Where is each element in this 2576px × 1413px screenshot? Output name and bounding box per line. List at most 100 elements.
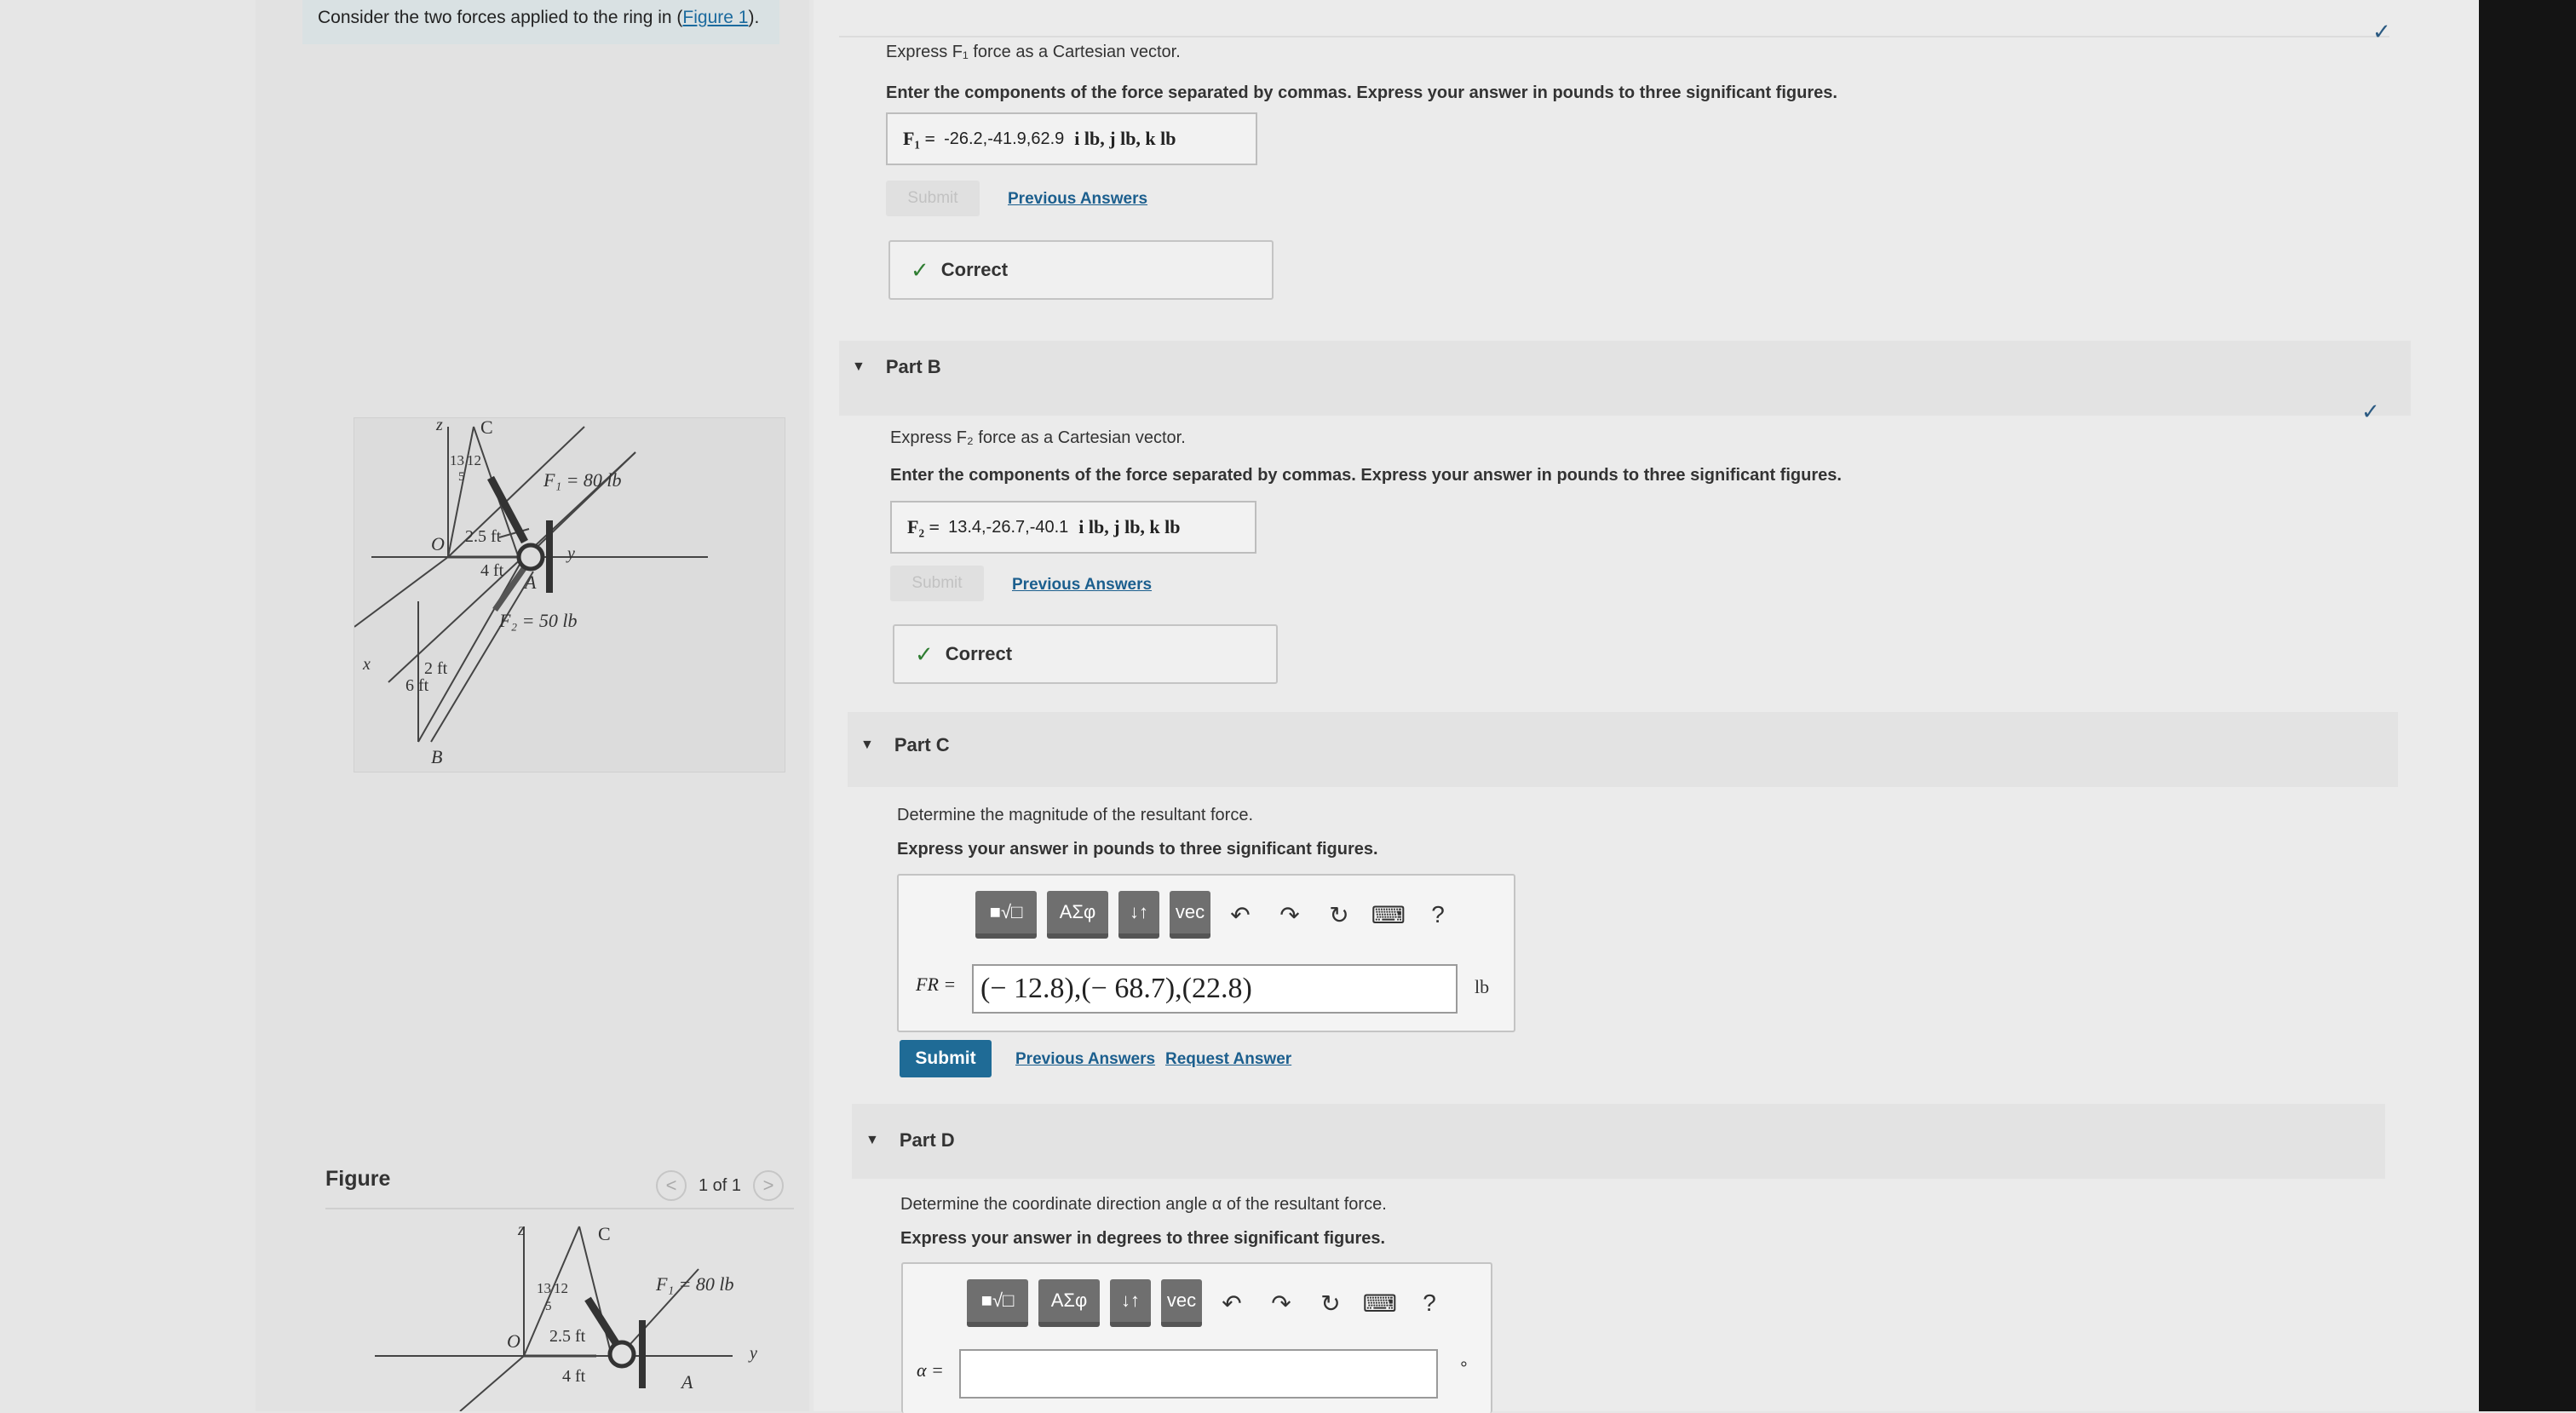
part-a-previous-answers-link[interactable]: Previous Answers [1008, 190, 1147, 209]
part-b-header[interactable]: ▼ Part B [852, 356, 941, 378]
axis-y-label-2: y [748, 1344, 757, 1363]
part-c-request-answer-link[interactable]: Request Answer [1165, 1050, 1291, 1069]
axis-x-label: x [362, 655, 371, 674]
force-f1-label-2: F₁ = 80 lb [655, 1273, 734, 1295]
reset-icon[interactable]: ↻ [1311, 1284, 1350, 1323]
arrows-button[interactable]: ↓↑ [1110, 1279, 1151, 1327]
dim-4ft: 4 ft [480, 561, 504, 580]
checkmark-icon: ✓ [911, 256, 929, 283]
part-d-answer-editor: ■√□ AΣφ ↓↑ vec ↶ ↷ ↻ ⌨ ? α = ° [901, 1262, 1492, 1413]
ratio-12-2: 12 [554, 1280, 568, 1296]
checkmark-icon: ✓ [915, 640, 934, 667]
part-d-math-toolbar: ■√□ AΣφ ↓↑ vec ↶ ↷ ↻ ⌨ ? [967, 1279, 1449, 1327]
ratio-5: 5 [458, 470, 465, 484]
part-d-answer-input[interactable] [959, 1349, 1438, 1399]
axis-z-label-2: z [517, 1221, 525, 1239]
figure-image-panel: z C 13 12 5 F₁ = 80 lb O 2.5 ft y 4 ft A [375, 1218, 792, 1411]
ratio-13: 13 [450, 452, 464, 468]
point-b-label: B [431, 746, 442, 767]
dim-4ft-2: 4 ft [562, 1367, 586, 1386]
vector-button[interactable]: vec [1170, 891, 1210, 939]
figure-panel-title: Figure [325, 1167, 391, 1191]
part-c-submit-button[interactable]: Submit [900, 1040, 992, 1077]
axis-y-label: y [566, 544, 575, 563]
dim-2-5ft: 2.5 ft [465, 527, 502, 546]
part-b-value: 13.4,-26.7,-40.1 [948, 517, 1069, 537]
part-b-correct-banner: ✓ Correct [893, 624, 1278, 684]
part-d-instruction: Determine the coordinate direction angle… [900, 1195, 1387, 1214]
redo-icon[interactable]: ↷ [1270, 895, 1309, 934]
prev-figure-button[interactable]: < [656, 1170, 687, 1201]
part-a-answer-box: F₁ = -26.2,-41.9,62.9 i lb, j lb, k lb [886, 112, 1257, 165]
collapse-triangle-icon: ▼ [852, 359, 865, 374]
part-c-instruction: Determine the magnitude of the resultant… [897, 806, 1254, 824]
axis-z-label: z [435, 418, 443, 434]
section-divider [839, 36, 2389, 37]
part-a-instruction: Express F₁ force as a Cartesian vector. [886, 43, 1181, 61]
templates-button[interactable]: ■√□ [975, 891, 1037, 939]
redo-icon[interactable]: ↷ [1262, 1284, 1301, 1323]
part-d-directions: Express your answer in degrees to three … [900, 1229, 1386, 1248]
part-c-header-bar[interactable] [848, 712, 2398, 787]
help-icon[interactable]: ? [1410, 1284, 1449, 1323]
problem-prompt: Consider the two forces applied to the r… [302, 0, 779, 44]
templates-button[interactable]: ■√□ [967, 1279, 1028, 1327]
part-d-label: α = [917, 1359, 944, 1381]
greek-symbols-button[interactable]: AΣφ [1038, 1279, 1100, 1327]
help-icon[interactable]: ? [1418, 895, 1458, 934]
part-b-header-bar[interactable] [839, 341, 2411, 416]
part-c-directions: Express your answer in pounds to three s… [897, 840, 1378, 859]
greek-symbols-button[interactable]: AΣφ [1047, 891, 1108, 939]
part-b-previous-answers-link[interactable]: Previous Answers [1012, 576, 1152, 594]
dim-2ft: 2 ft [424, 659, 448, 678]
part-a-submit-button[interactable]: Submit [886, 181, 980, 216]
part-b-units: i lb, j lb, k lb [1078, 516, 1181, 537]
vector-button[interactable]: vec [1161, 1279, 1202, 1327]
part-c-math-toolbar: ■√□ AΣφ ↓↑ vec ↶ ↷ ↻ ⌨ ? [975, 891, 1458, 939]
part-a-units: i lb, j lb, k lb [1074, 128, 1176, 149]
pager-count: 1 of 1 [699, 1175, 742, 1195]
undo-icon[interactable]: ↶ [1212, 1284, 1251, 1323]
figure-link[interactable]: Figure 1 [682, 8, 748, 27]
part-c-unit: lb [1475, 976, 1490, 997]
part-b-label: F₂ = [907, 516, 940, 537]
ratio-12: 12 [467, 452, 481, 468]
part-d-unit: ° [1460, 1358, 1468, 1379]
force-diagram: z C 13 12 5 F₁ = 80 lb O 2.5 ft y 4 ft A… [354, 418, 708, 767]
arrows-button[interactable]: ↓↑ [1118, 891, 1159, 939]
screen-bezel [2479, 0, 2576, 1411]
origin-label: O [431, 533, 445, 554]
part-b-submit-button[interactable]: Submit [890, 566, 984, 601]
part-b-complete-icon: ✓ [2361, 399, 2380, 424]
part-a-complete-icon: ✓ [2372, 19, 2391, 44]
part-b-answer-box: F₂ = 13.4,-26.7,-40.1 i lb, j lb, k lb [890, 501, 1256, 554]
part-a-value: -26.2,-41.9,62.9 [944, 129, 1065, 148]
point-a-label-2: A [680, 1371, 693, 1393]
reset-icon[interactable]: ↻ [1320, 895, 1359, 934]
keyboard-icon[interactable]: ⌨ [1369, 895, 1408, 934]
part-c-answer-input[interactable]: (− 12.8),(− 68.7),(22.8) [972, 964, 1458, 1014]
part-a-label: F₁ = [903, 128, 936, 149]
collapse-triangle-icon: ▼ [865, 1133, 879, 1147]
part-c-answer-editor: ■√□ AΣφ ↓↑ vec ↶ ↷ ↻ ⌨ ? FR = (− 12.8),(… [897, 874, 1515, 1032]
part-c-header[interactable]: ▼ Part C [860, 734, 950, 756]
part-b-instruction: Express F₂ force as a Cartesian vector. [890, 428, 1186, 447]
point-a-label: A [523, 572, 537, 593]
dim-6ft: 6 ft [405, 676, 429, 695]
force-f1-label: F₁ = 80 lb [543, 469, 622, 491]
next-figure-button[interactable]: > [753, 1170, 785, 1201]
force-f2-label: F₂ = 50 lb [498, 610, 578, 631]
point-c-label-2: C [598, 1223, 611, 1244]
part-d-header[interactable]: ▼ Part D [865, 1129, 955, 1152]
part-d-header-bar[interactable] [852, 1104, 2385, 1179]
figure-divider [325, 1208, 794, 1209]
part-a-correct-banner: ✓ Correct [888, 240, 1274, 300]
collapse-triangle-icon: ▼ [860, 738, 874, 752]
point-c-label: C [480, 418, 493, 438]
figure-image-main[interactable]: z C 13 12 5 F₁ = 80 lb O 2.5 ft y 4 ft A… [354, 417, 785, 773]
undo-icon[interactable]: ↶ [1221, 895, 1260, 934]
origin-label-2: O [507, 1330, 520, 1352]
keyboard-icon[interactable]: ⌨ [1360, 1284, 1400, 1323]
ratio-13-2: 13 [537, 1280, 551, 1296]
part-c-previous-answers-link[interactable]: Previous Answers [1015, 1050, 1155, 1069]
